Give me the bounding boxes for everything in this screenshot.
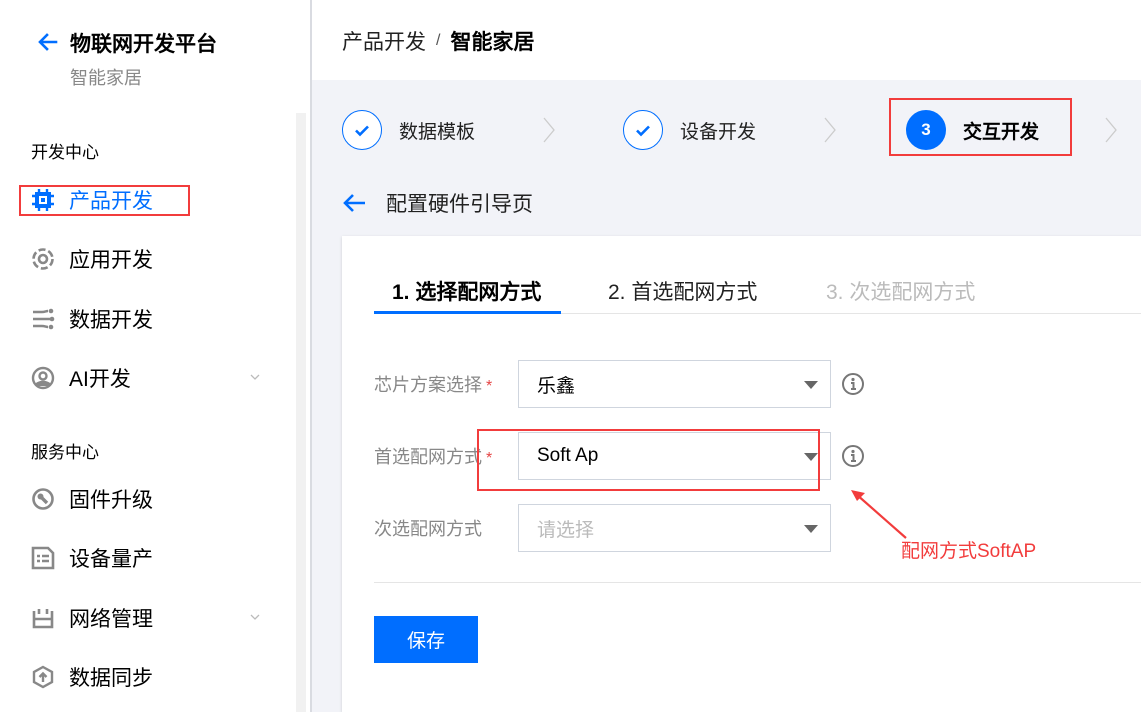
data-flow-icon: [31, 307, 55, 331]
chevron-right-icon: [1105, 117, 1117, 143]
check-icon: [623, 110, 663, 150]
step-label: 数据模板: [399, 121, 476, 143]
back-arrow-icon[interactable]: [342, 190, 368, 216]
field-label: 芯片方案选择 *: [374, 375, 493, 395]
page-header: 配置硬件引导页: [342, 186, 533, 220]
sidebar-item-network[interactable]: 网络管理: [31, 601, 261, 635]
sidebar: 物联网开发平台 智能家居 开发中心 产品开发 应用开发 数据开发 AI开发 服务…: [0, 0, 310, 712]
select-placeholder: 请选择: [537, 519, 595, 541]
sidebar-item-data-sync[interactable]: 数据同步: [31, 660, 261, 694]
top-bar: 产品开发 / 智能家居: [312, 0, 1141, 80]
step-label: 设备开发: [680, 121, 757, 143]
app-root: 物联网开发平台 智能家居 开发中心 产品开发 应用开发 数据开发 AI开发 服务…: [0, 0, 1141, 712]
annotation-arrow-icon: [851, 490, 907, 539]
config-card: 1. 选择配网方式 2. 首选配网方式 3. 次选配网方式 芯片方案选择 * 乐鑫: [342, 236, 1141, 712]
sidebar-item-label: 网络管理: [69, 608, 153, 631]
form-row-secondary: 次选配网方式 请选择: [374, 504, 831, 552]
breadcrumb: 产品开发 / 智能家居: [342, 26, 534, 56]
annotation-highlight-box: [19, 185, 190, 216]
select-value: 乐鑫: [537, 375, 576, 397]
step-device-dev[interactable]: 设备开发: [623, 109, 756, 151]
app-ring-icon: [31, 247, 55, 271]
chip-select[interactable]: 乐鑫: [518, 360, 831, 408]
breadcrumb-parent[interactable]: 产品开发: [342, 26, 426, 56]
step-progress: 数据模板 设备开发 3 交互开发: [312, 80, 1141, 180]
sidebar-item-label: 设备量产: [69, 548, 153, 571]
chevron-down-icon[interactable]: [249, 611, 261, 623]
sidebar-item-label: 应用开发: [69, 249, 153, 272]
annotation-highlight-box: [477, 429, 820, 491]
sidebar-item-data-dev[interactable]: 数据开发: [31, 302, 261, 336]
tab-select-method[interactable]: 1. 选择配网方式: [392, 276, 541, 306]
sidebar-item-label: 固件升级: [69, 489, 153, 512]
form-row-chip: 芯片方案选择 * 乐鑫: [374, 360, 865, 408]
step-data-template[interactable]: 数据模板: [342, 109, 475, 151]
caret-down-icon: [804, 525, 818, 533]
sidebar-item-ai-dev[interactable]: AI开发: [31, 361, 261, 395]
mass-production-icon: [31, 546, 55, 570]
sidebar-item-label: 数据同步: [69, 667, 153, 690]
info-icon[interactable]: [841, 444, 865, 468]
tab-primary-method[interactable]: 2. 首选配网方式: [608, 276, 757, 306]
page-title: 配置硬件引导页: [386, 193, 533, 216]
firmware-icon: [31, 487, 55, 511]
info-icon[interactable]: [841, 372, 865, 396]
sidebar-item-label: AI开发: [69, 368, 131, 391]
sidebar-item-firmware[interactable]: 固件升级: [31, 482, 261, 516]
annotation-text: 配网方式SoftAP: [901, 541, 1037, 562]
data-sync-icon: [31, 665, 55, 689]
form-divider: [374, 582, 1141, 583]
product-subtitle: 智能家居: [70, 68, 142, 88]
chevron-down-icon[interactable]: [249, 371, 261, 383]
breadcrumb-separator: /: [436, 32, 441, 49]
field-label: 次选配网方式: [374, 519, 482, 539]
back-arrow-icon[interactable]: [36, 30, 60, 54]
platform-title: 物联网开发平台: [70, 33, 217, 56]
active-tab-indicator: [374, 311, 561, 314]
save-button[interactable]: 保存: [374, 616, 478, 663]
sidebar-item-mass-production[interactable]: 设备量产: [31, 541, 261, 575]
sidebar-scrollbar[interactable]: [296, 113, 306, 712]
config-tabs: 1. 选择配网方式 2. 首选配网方式 3. 次选配网方式: [374, 236, 1141, 314]
tab-secondary-method: 3. 次选配网方式: [826, 281, 976, 304]
chevron-right-icon: [543, 117, 555, 143]
sidebar-item-app-dev[interactable]: 应用开发: [31, 242, 261, 276]
chevron-right-icon: [824, 117, 836, 143]
check-icon: [342, 110, 382, 150]
breadcrumb-current: 智能家居: [450, 31, 535, 54]
sidebar-item-label: 数据开发: [69, 309, 153, 332]
ai-icon: [31, 366, 55, 390]
network-icon: [31, 606, 55, 630]
group-label-dev-center: 开发中心: [31, 143, 99, 162]
main-content: 产品开发 / 智能家居 数据模板 设备开发 3 交互开发 配置硬件引导页 1. …: [310, 0, 1141, 712]
group-label-service-center: 服务中心: [31, 443, 99, 462]
secondary-method-select[interactable]: 请选择: [518, 504, 831, 552]
caret-down-icon: [804, 381, 818, 389]
annotation-highlight-box: [889, 98, 1072, 156]
